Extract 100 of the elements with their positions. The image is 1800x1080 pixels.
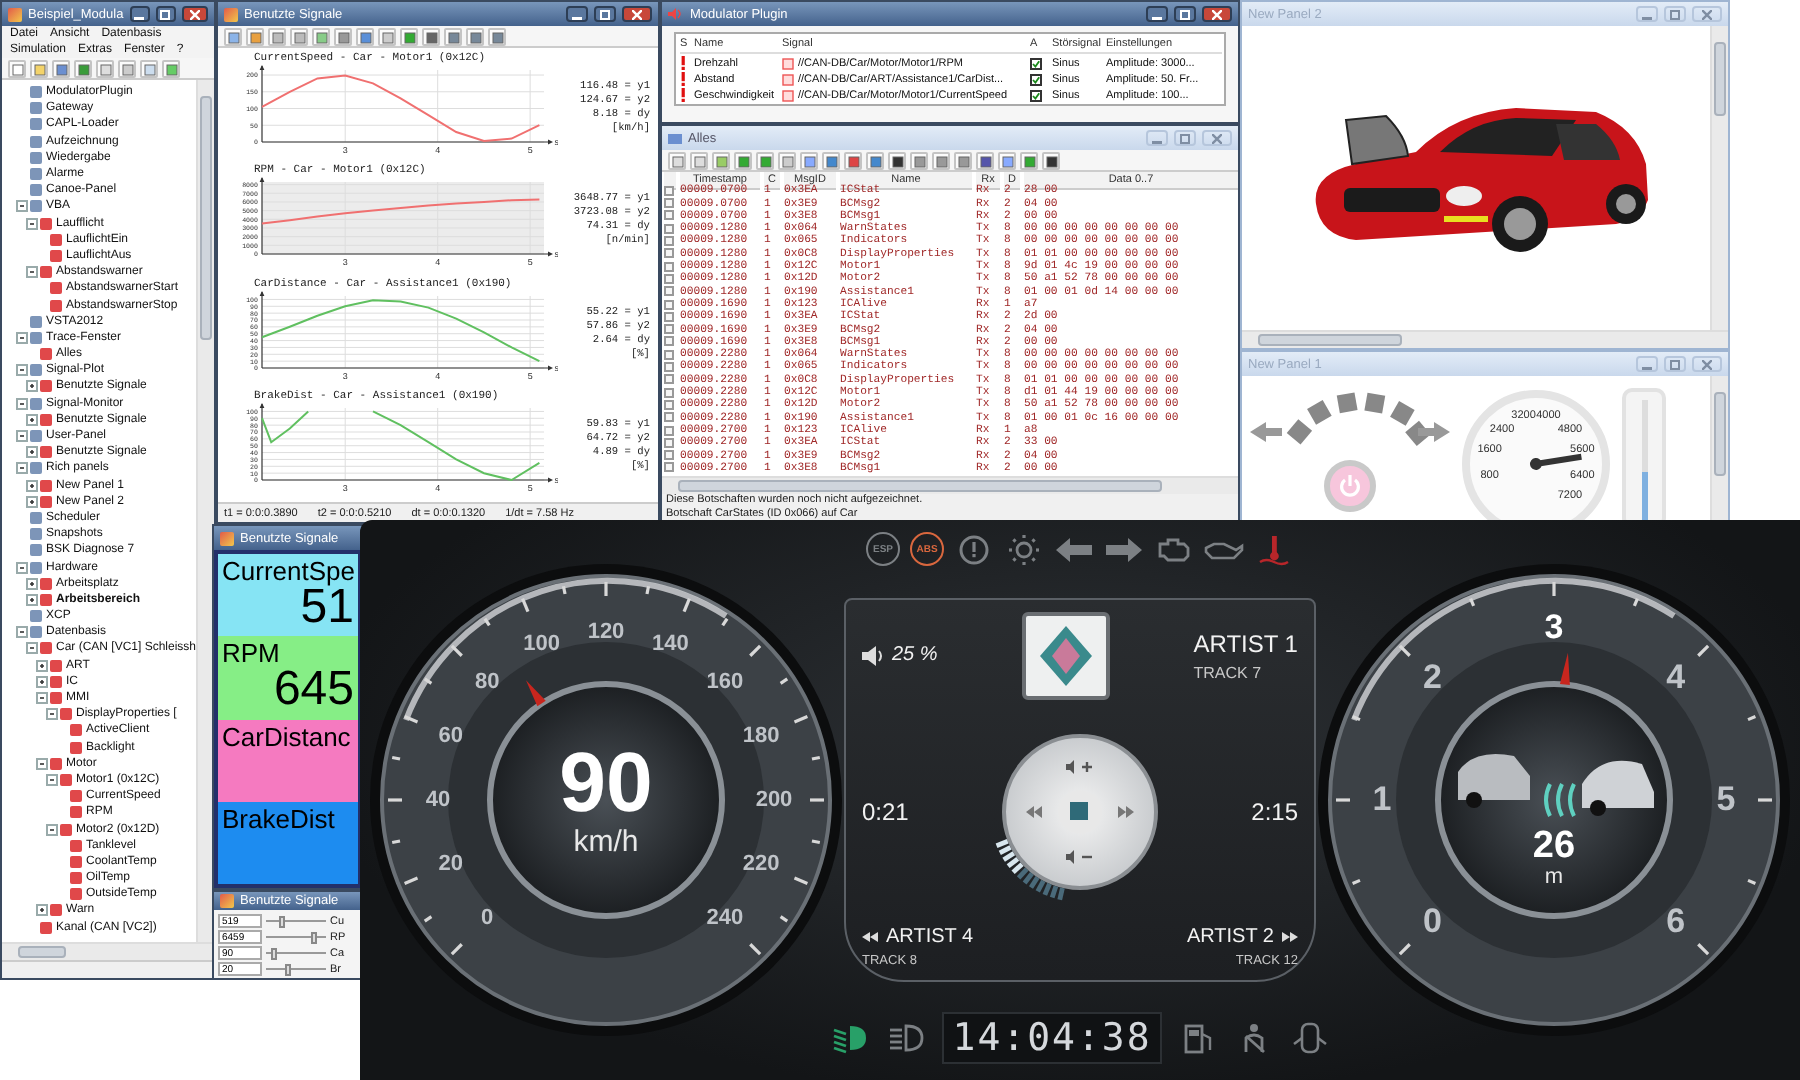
close-icon bbox=[189, 9, 200, 19]
rewind-icon bbox=[862, 931, 878, 941]
expand-button[interactable] bbox=[26, 577, 38, 590]
node-icon bbox=[70, 790, 82, 803]
close-icon bbox=[1702, 9, 1712, 19]
scrollbar[interactable] bbox=[2, 942, 214, 960]
minimize-button[interactable] bbox=[1146, 6, 1168, 22]
minus-icon bbox=[28, 268, 36, 277]
expand-button[interactable] bbox=[26, 446, 38, 459]
app-icon bbox=[220, 894, 234, 908]
scrollbar[interactable] bbox=[196, 80, 214, 942]
node-icon bbox=[40, 446, 52, 459]
node-icon bbox=[70, 855, 82, 868]
node-icon bbox=[30, 331, 42, 344]
minus-icon bbox=[18, 432, 26, 441]
slider-thumb[interactable] bbox=[311, 931, 317, 943]
plus-icon bbox=[28, 595, 36, 604]
gauge-label: 0 bbox=[1422, 901, 1442, 942]
expand-button[interactable] bbox=[36, 659, 48, 672]
plus-icon bbox=[28, 382, 36, 391]
gauge-label: 220 bbox=[742, 852, 780, 877]
stop-icon bbox=[1070, 802, 1089, 821]
gauge-label: 40 bbox=[425, 788, 451, 812]
track-name: TRACK 7 bbox=[1193, 663, 1262, 681]
close-icon bbox=[1702, 359, 1712, 369]
collapse-button[interactable] bbox=[16, 200, 28, 213]
collapse-button[interactable] bbox=[26, 642, 38, 655]
minimize-button[interactable] bbox=[566, 6, 588, 22]
collapse-button[interactable] bbox=[46, 823, 58, 836]
node-icon bbox=[40, 642, 52, 655]
y-axis bbox=[259, 177, 265, 256]
scrollbar[interactable] bbox=[1710, 26, 1728, 330]
gauge-label: 60 bbox=[438, 723, 464, 748]
node-icon bbox=[30, 168, 42, 181]
collapse-button[interactable] bbox=[16, 430, 28, 443]
slider-thumb[interactable] bbox=[278, 915, 284, 927]
maximize-button[interactable] bbox=[155, 6, 176, 22]
slider-thumb[interactable] bbox=[284, 963, 290, 975]
node-icon bbox=[30, 102, 42, 115]
collapse-button[interactable] bbox=[16, 397, 28, 410]
close-button[interactable] bbox=[181, 6, 208, 22]
collapse-button[interactable] bbox=[16, 331, 28, 344]
minus-icon bbox=[18, 563, 26, 572]
minus-icon bbox=[18, 366, 26, 375]
node-icon bbox=[30, 626, 42, 639]
collapse-button[interactable] bbox=[16, 561, 28, 574]
gauge-unit: km/h bbox=[573, 825, 639, 859]
checkbox[interactable] bbox=[1030, 89, 1042, 101]
checkbox[interactable] bbox=[1030, 57, 1042, 69]
scrollbar[interactable] bbox=[662, 476, 1238, 494]
node-icon bbox=[30, 200, 42, 213]
gauge-label: 3 bbox=[1544, 608, 1564, 648]
node-icon bbox=[60, 708, 72, 721]
expand-button[interactable] bbox=[36, 675, 48, 688]
maximize-icon bbox=[1180, 133, 1190, 143]
close-button[interactable] bbox=[1202, 6, 1232, 22]
expand-button[interactable] bbox=[26, 495, 38, 508]
collapse-button[interactable] bbox=[46, 708, 58, 721]
collapse-button[interactable] bbox=[46, 773, 58, 786]
node-icon bbox=[70, 806, 82, 819]
checkbox[interactable] bbox=[1030, 73, 1042, 85]
close-button[interactable] bbox=[622, 6, 652, 22]
expand-button[interactable] bbox=[26, 479, 38, 492]
plus-icon bbox=[28, 415, 36, 424]
power-icon bbox=[1338, 473, 1362, 497]
close-icon bbox=[1212, 9, 1222, 19]
node-icon bbox=[30, 528, 42, 541]
slider-thumb[interactable] bbox=[270, 947, 277, 959]
gauge-label: 120 bbox=[587, 620, 625, 644]
collapse-button[interactable] bbox=[36, 757, 48, 770]
minus-icon bbox=[18, 333, 26, 342]
minus-icon bbox=[48, 825, 56, 834]
expand-button[interactable] bbox=[36, 904, 48, 917]
maximize-button[interactable] bbox=[1174, 6, 1196, 22]
node-icon bbox=[30, 315, 42, 328]
collapse-button[interactable] bbox=[26, 266, 38, 279]
minus-icon bbox=[18, 399, 26, 408]
elapsed-time: 0:21 bbox=[862, 798, 909, 826]
plus-icon bbox=[28, 448, 36, 457]
expand-button[interactable] bbox=[26, 593, 38, 606]
node-icon bbox=[30, 561, 42, 574]
collapse-button[interactable] bbox=[36, 692, 48, 705]
signal-value: 51 bbox=[300, 586, 354, 630]
minimize-button[interactable] bbox=[129, 6, 150, 22]
collapse-button[interactable] bbox=[26, 217, 38, 230]
maximize-button[interactable] bbox=[594, 6, 616, 22]
node-icon bbox=[30, 397, 42, 410]
node-icon bbox=[40, 593, 52, 606]
gauge-label: 240 bbox=[706, 906, 744, 931]
node-icon bbox=[30, 364, 42, 377]
digital-clock: 14:04:38 bbox=[942, 1012, 1162, 1064]
expand-button[interactable] bbox=[26, 380, 38, 393]
collapse-button[interactable] bbox=[16, 364, 28, 377]
plus-icon bbox=[38, 906, 46, 915]
collapse-button[interactable] bbox=[16, 626, 28, 639]
scrollbar[interactable] bbox=[1242, 330, 1728, 348]
collapse-button[interactable] bbox=[16, 462, 28, 475]
app-icon bbox=[8, 7, 22, 21]
scrollbar[interactable] bbox=[1710, 376, 1728, 522]
expand-button[interactable] bbox=[26, 413, 38, 426]
